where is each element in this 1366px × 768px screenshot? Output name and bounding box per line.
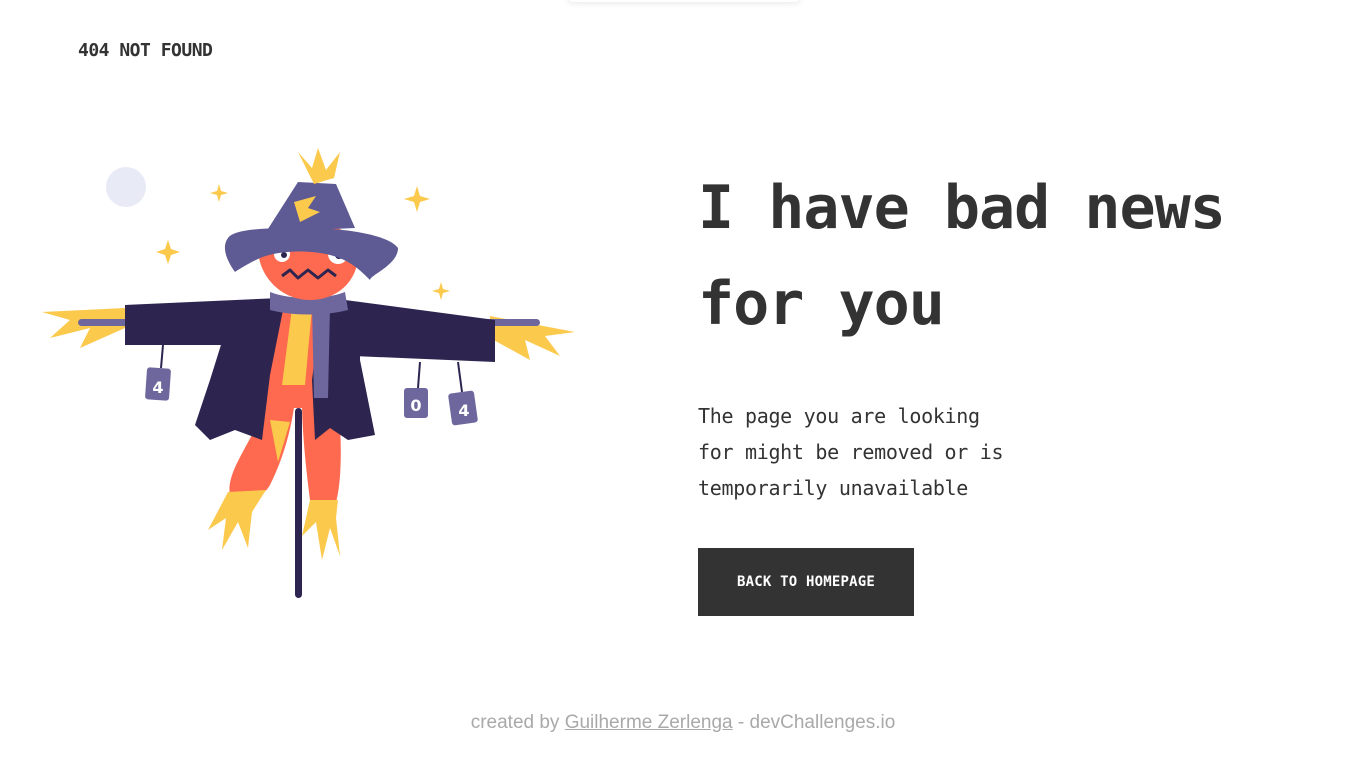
headline-line-1: I have bad news — [698, 173, 1226, 243]
description-line-3: temporarily unavailable — [698, 476, 969, 500]
top-edge-shadow — [566, 0, 802, 2]
message-section: I have bad news for you The page you are… — [698, 160, 1298, 506]
footer-prefix: created by — [470, 712, 565, 733]
page-headline: I have bad news for you — [698, 160, 1298, 352]
can-left-label: 4 — [152, 378, 163, 397]
description-line-1: The page you are looking — [698, 404, 980, 428]
scarecrow-illustration: 4 0 4 — [42, 148, 575, 598]
description-line-2: for might be removed or is — [698, 440, 1004, 464]
moon-shape — [106, 167, 146, 207]
pole — [295, 408, 302, 598]
footer: created by Guilherme Zerlenga - devChall… — [0, 712, 1366, 734]
brand-logo: 404 NOT FOUND — [78, 40, 213, 61]
footer-author-link[interactable]: Guilherme Zerlenga — [565, 712, 733, 733]
can-mid-label: 0 — [410, 396, 421, 415]
page-description: The page you are looking for might be re… — [698, 398, 1078, 506]
footer-suffix: - devChallenges.io — [732, 712, 896, 733]
can-right-label: 4 — [458, 401, 469, 420]
back-to-homepage-button[interactable]: BACK TO HOMEPAGE — [698, 548, 914, 616]
headline-line-2: for you — [698, 269, 945, 339]
